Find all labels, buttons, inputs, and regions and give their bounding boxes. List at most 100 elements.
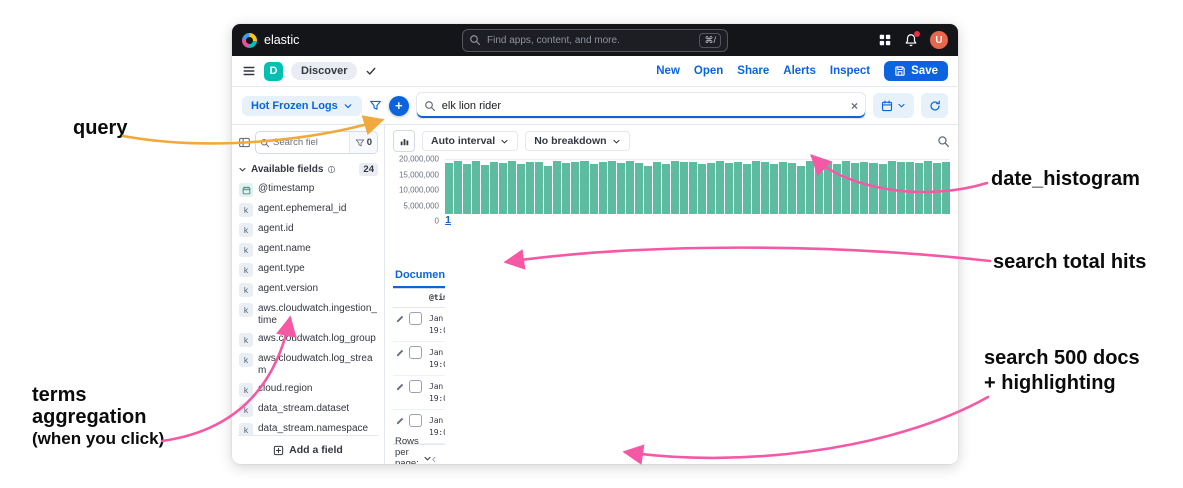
- histogram-bar[interactable]: [661, 163, 670, 221]
- histogram-bar[interactable]: [761, 162, 770, 221]
- field-search-input[interactable]: Search fiel 0: [255, 131, 378, 154]
- breakdown-select[interactable]: No breakdown: [525, 131, 630, 151]
- histogram-bar[interactable]: [679, 162, 688, 221]
- histogram-bar[interactable]: [715, 161, 724, 221]
- notifications-button[interactable]: [904, 31, 920, 47]
- histogram-bar[interactable]: [454, 161, 463, 221]
- histogram-bar[interactable]: [616, 163, 625, 221]
- histogram-bar[interactable]: [481, 164, 490, 221]
- histogram-bar[interactable]: [724, 163, 733, 221]
- user-avatar[interactable]: U: [930, 31, 948, 49]
- appbar-link-alerts[interactable]: Alerts: [783, 65, 816, 77]
- edit-document-icon[interactable]: [395, 416, 405, 426]
- histogram-bar[interactable]: [851, 163, 860, 221]
- collapse-sidebar-icon[interactable]: [238, 136, 251, 149]
- histogram-bar[interactable]: [752, 161, 761, 221]
- field-item[interactable]: k agent.version: [238, 281, 378, 299]
- appbar-link-new[interactable]: New: [656, 65, 680, 77]
- histogram-bar[interactable]: [589, 164, 598, 221]
- appbar-link-open[interactable]: Open: [694, 65, 723, 77]
- histogram-bar[interactable]: [580, 160, 589, 221]
- histogram-bar[interactable]: [634, 162, 643, 221]
- field-item[interactable]: k aws.cloudwatch.log_stream: [238, 351, 378, 379]
- histogram-bar[interactable]: [842, 161, 851, 221]
- chevron-down-icon[interactable]: [238, 165, 247, 174]
- histogram-bar[interactable]: [896, 162, 905, 221]
- edit-document-icon[interactable]: [395, 314, 405, 324]
- histogram-bar[interactable]: [544, 166, 553, 221]
- row-checkbox[interactable]: [409, 380, 422, 393]
- histogram-bar[interactable]: [734, 162, 743, 221]
- histogram-bar[interactable]: [779, 161, 788, 221]
- date-picker-button[interactable]: [873, 93, 914, 118]
- histogram-bar[interactable]: [860, 161, 869, 221]
- interval-select[interactable]: Auto interval: [422, 131, 519, 151]
- menu-icon[interactable]: [242, 64, 256, 78]
- elastic-logo-icon[interactable]: [242, 32, 257, 48]
- histogram-bar[interactable]: [517, 163, 526, 221]
- field-item[interactable]: k data_stream.dataset: [238, 401, 378, 419]
- data-view-picker[interactable]: Hot Frozen Logs: [242, 95, 362, 116]
- histogram-bar[interactable]: [463, 163, 472, 221]
- apps-grid-icon[interactable]: [878, 33, 892, 47]
- save-button[interactable]: Save: [884, 61, 948, 81]
- histogram-bar[interactable]: [806, 161, 815, 221]
- field-item[interactable]: k data_stream.namespace: [238, 421, 378, 435]
- histogram-bar[interactable]: [445, 162, 454, 221]
- histogram-bar[interactable]: [688, 161, 697, 221]
- field-item[interactable]: k agent.id: [238, 221, 378, 239]
- histogram-bar[interactable]: [770, 163, 779, 221]
- edit-document-icon[interactable]: [395, 348, 405, 358]
- histogram-bar[interactable]: [652, 162, 661, 221]
- field-item[interactable]: @timestamp: [238, 181, 378, 199]
- histogram-bar[interactable]: [788, 162, 797, 221]
- field-item[interactable]: k aws.cloudwatch.log_group: [238, 331, 378, 349]
- global-search-input[interactable]: Find apps, content, and more. ⌘/: [462, 28, 728, 52]
- histogram-bar[interactable]: [869, 162, 878, 221]
- edit-document-icon[interactable]: [395, 382, 405, 392]
- histogram-bar[interactable]: [887, 161, 896, 221]
- histogram-bar[interactable]: [625, 161, 634, 221]
- field-item[interactable]: k agent.ephemeral_id: [238, 201, 378, 219]
- space-badge[interactable]: D: [264, 61, 283, 81]
- histogram-bar[interactable]: [499, 163, 508, 221]
- prev-page-button[interactable]: ‹: [432, 452, 436, 465]
- histogram-bar[interactable]: [670, 161, 679, 221]
- chart-options-button[interactable]: [393, 130, 415, 152]
- histogram-bar[interactable]: [535, 162, 544, 221]
- histogram-bar[interactable]: [743, 164, 752, 221]
- clear-query-icon[interactable]: ×: [851, 100, 858, 112]
- histogram-bar[interactable]: [697, 163, 706, 221]
- field-item[interactable]: k aws.cloudwatch.ingestion_time: [238, 301, 378, 329]
- row-checkbox[interactable]: [409, 414, 422, 427]
- histogram-bar[interactable]: [824, 162, 833, 221]
- histogram-bar[interactable]: [941, 161, 950, 221]
- histogram-bar[interactable]: [643, 165, 652, 221]
- histogram-bar[interactable]: [490, 162, 499, 221]
- field-item[interactable]: k agent.type: [238, 261, 378, 279]
- explore-data-button[interactable]: [937, 135, 950, 148]
- histogram-bar[interactable]: [526, 161, 535, 221]
- breadcrumb-discover[interactable]: Discover: [291, 62, 358, 80]
- field-item[interactable]: k agent.name: [238, 241, 378, 259]
- refresh-button[interactable]: [921, 93, 948, 118]
- field-item[interactable]: k cloud.region: [238, 381, 378, 399]
- histogram-bar[interactable]: [598, 162, 607, 221]
- histogram-bar[interactable]: [923, 161, 932, 221]
- histogram-bar[interactable]: [932, 162, 941, 221]
- histogram-bar[interactable]: [706, 162, 715, 221]
- appbar-link-inspect[interactable]: Inspect: [830, 65, 870, 77]
- add-filter-button[interactable]: +: [388, 95, 409, 116]
- rows-per-page-button[interactable]: Rows per page: 100: [395, 436, 432, 464]
- histogram-bar[interactable]: [553, 161, 562, 221]
- histogram-bar[interactable]: [607, 161, 616, 221]
- appbar-link-share[interactable]: Share: [737, 65, 769, 77]
- histogram-bar[interactable]: [905, 162, 914, 221]
- histogram-bar[interactable]: [833, 163, 842, 221]
- row-checkbox[interactable]: [409, 346, 422, 359]
- filter-icon[interactable]: [369, 99, 382, 112]
- histogram-bar[interactable]: [562, 163, 571, 221]
- row-checkbox[interactable]: [409, 312, 422, 325]
- query-input[interactable]: elk lion rider ×: [415, 92, 866, 119]
- histogram-bar[interactable]: [914, 163, 923, 221]
